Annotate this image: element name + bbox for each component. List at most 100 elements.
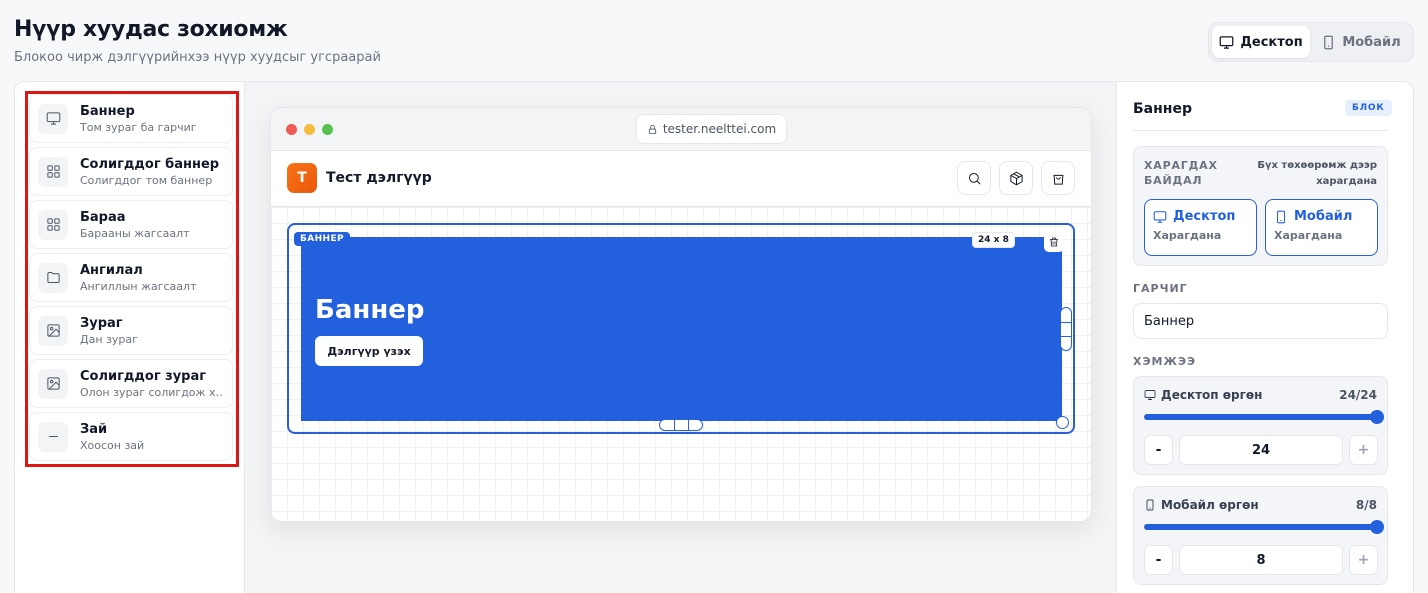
block-item-image-carousel[interactable]: Солигддог зураг Олон зураг солигдож хара… — [29, 359, 233, 408]
search-button[interactable] — [957, 161, 991, 195]
mobile-view-label: Мобайл — [1342, 34, 1401, 50]
desktop-visibility-status: Харагдана — [1153, 229, 1222, 242]
package-button[interactable] — [999, 161, 1033, 195]
block-palette: Баннер Том зураг ба гарчиг Солигддог бан… — [15, 82, 245, 593]
block-desc: Хоосон зай — [80, 438, 145, 452]
block-title: Ангилал — [80, 262, 143, 278]
mobile-visibility-toggle[interactable]: Мобайл Харагдана — [1265, 199, 1378, 256]
delete-block-button[interactable] — [1044, 232, 1064, 252]
window-maximize-dot — [322, 124, 333, 135]
resize-handle-corner[interactable] — [1056, 416, 1069, 429]
grid-icon — [38, 156, 68, 187]
block-badge: БЛОК — [1345, 100, 1392, 116]
monitor-icon — [1144, 390, 1156, 400]
increment-button[interactable]: + — [1349, 435, 1378, 465]
shop-name: Тест дэлгүүр — [326, 170, 432, 186]
mobile-visibility-status: Харагдана — [1274, 229, 1343, 242]
cart-button[interactable] — [1041, 161, 1075, 195]
monitor-icon — [1219, 35, 1234, 49]
desktop-visibility-toggle[interactable]: Десктоп Харагдана — [1144, 199, 1257, 256]
smartphone-icon — [1324, 35, 1334, 49]
smartphone-icon — [1146, 499, 1154, 511]
mobile-view-button[interactable]: Мобайл — [1312, 26, 1410, 58]
block-desc: Барааны жагсаалт — [80, 226, 190, 240]
divider — [1133, 130, 1388, 131]
block-item-carousel-banner[interactable]: Солигддог баннер Солигддог том баннер — [29, 147, 233, 196]
decrement-button[interactable]: - — [1144, 545, 1173, 575]
block-desc: Ангиллын жагсаалт — [80, 279, 197, 293]
block-item-products[interactable]: Бараа Барааны жагсаалт — [29, 200, 233, 249]
window-minimize-dot — [304, 124, 315, 135]
slider-thumb[interactable] — [1370, 520, 1384, 534]
banner-title: Баннер — [315, 295, 425, 325]
editor-shell: Баннер Том зураг ба гарчиг Солигддог бан… — [14, 81, 1414, 593]
properties-title: Баннер — [1133, 101, 1192, 117]
monitor-icon — [1153, 210, 1167, 223]
desktop-width-value: 24/24 — [1339, 388, 1377, 402]
block-desc: Дан зураг — [80, 332, 138, 346]
mobile-visibility-label: Мобайл — [1294, 209, 1353, 224]
resize-handle-bottom[interactable] — [659, 419, 703, 431]
window-close-dot — [286, 124, 297, 135]
desktop-width-card: Десктоп өргөн 24/24 - 24 + — [1133, 376, 1388, 475]
decrement-button[interactable]: - — [1144, 435, 1173, 465]
desktop-view-button[interactable]: Десктоп — [1212, 26, 1310, 58]
layout-canvas: Баннер Дэлгүүр үзэх БАННЕР 24 x 8 — [271, 207, 1091, 521]
view-toggle: Десктоп Мобайл — [1208, 22, 1414, 62]
lock-icon — [648, 124, 656, 134]
block-title: Солигддог баннер — [80, 156, 220, 172]
mobile-width-input[interactable]: 8 — [1179, 545, 1343, 575]
shopping-bag-icon — [1053, 174, 1063, 185]
smartphone-icon — [1276, 210, 1286, 223]
visibility-section: ХАРАГДАХ БАЙДАЛ Бүх төхөөрөмж дээр хараг… — [1133, 146, 1388, 266]
block-desc: Олон зураг солигдож хара... — [80, 385, 224, 399]
mobile-width-card: Мобайл өргөн 8/8 - 8 + — [1133, 486, 1388, 585]
block-title: Солигддог зураг — [80, 368, 207, 384]
heading-label: ГАРЧИГ — [1133, 282, 1188, 295]
minus-icon — [38, 421, 68, 452]
shop-header: T Тест дэлгүүр — [271, 151, 1091, 207]
resize-handle-right[interactable] — [1060, 307, 1072, 351]
image-icon — [38, 315, 68, 346]
block-item-categories[interactable]: Ангилал Ангиллын жагсаалт — [29, 253, 233, 302]
mobile-width-stepper: - 8 + — [1144, 545, 1378, 575]
visibility-note: Бүх төхөөрөмж дээр харагдана — [1257, 160, 1377, 187]
page-subtitle: Блокоо чирж дэлгүүрийнхээ нүүр хуудсыг у… — [14, 50, 381, 65]
search-icon — [968, 172, 980, 184]
url-text: tester.neelttei.com — [662, 122, 777, 136]
properties-panel: Баннер БЛОК ХАРАГДАХ БАЙДАЛ Бүх төхөөрөм… — [1116, 82, 1413, 593]
selected-block-frame[interactable]: Баннер Дэлгүүр үзэх БАННЕР 24 x 8 — [287, 223, 1075, 434]
banner-cta-button[interactable]: Дэлгүүр үзэх — [315, 336, 423, 366]
block-list: Баннер Том зураг ба гарчиг Солигддог бан… — [29, 94, 233, 465]
shop-logo: T — [287, 163, 317, 193]
block-type-tag: БАННЕР — [294, 232, 351, 246]
mobile-width-slider[interactable] — [1144, 520, 1384, 534]
desktop-width-stepper: - 24 + — [1144, 435, 1378, 465]
increment-button[interactable]: + — [1349, 545, 1378, 575]
block-desc: Солигддог том баннер — [80, 173, 213, 187]
trash-icon — [1050, 237, 1058, 247]
heading-input[interactable] — [1133, 303, 1388, 339]
desktop-view-label: Десктоп — [1240, 34, 1303, 50]
folder-icon — [38, 262, 68, 293]
desktop-visibility-label: Десктоп — [1173, 209, 1236, 224]
banner-block[interactable]: Баннер Дэлгүүр үзэх — [301, 237, 1062, 421]
block-item-image[interactable]: Зураг Дан зураг — [29, 306, 233, 355]
browser-mockup: tester.neelttei.com T Тест дэлгүүр Банне… — [270, 107, 1092, 522]
browser-chrome: tester.neelttei.com — [271, 108, 1091, 151]
image-icon — [38, 368, 68, 399]
mobile-width-label: Мобайл өргөн — [1161, 498, 1259, 512]
page-title: Нүүр хуудас зохиомж — [14, 17, 288, 42]
slider-thumb[interactable] — [1370, 410, 1384, 424]
desktop-width-slider[interactable] — [1144, 410, 1384, 424]
block-title: Бараа — [80, 209, 126, 225]
desktop-width-input[interactable]: 24 — [1179, 435, 1343, 465]
size-label: ХЭМЖЭЭ — [1133, 355, 1197, 368]
desktop-width-label: Десктоп өргөн — [1161, 388, 1263, 402]
visibility-label: ХАРАГДАХ БАЙДАЛ — [1144, 159, 1218, 187]
block-title: Зай — [80, 421, 108, 437]
block-item-banner[interactable]: Баннер Том зураг ба гарчиг — [29, 94, 233, 143]
monitor-icon — [38, 103, 68, 134]
block-desc: Том зураг ба гарчиг — [80, 120, 197, 134]
block-item-spacer[interactable]: Зай Хоосон зай — [29, 412, 233, 461]
